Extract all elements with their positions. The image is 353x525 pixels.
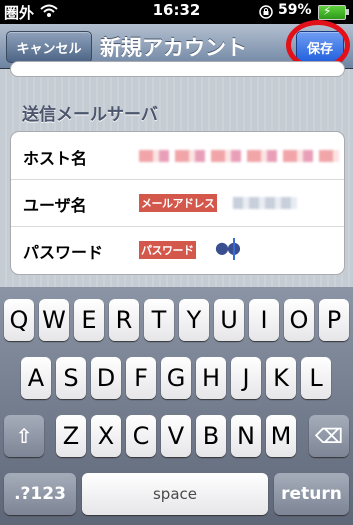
key-u[interactable]: U — [214, 299, 244, 341]
username-value-redacted[interactable] — [233, 197, 297, 209]
key-w[interactable]: W — [39, 299, 69, 341]
key-e[interactable]: E — [74, 299, 104, 341]
delete-key[interactable]: ⌫ — [309, 415, 349, 457]
key-y[interactable]: Y — [179, 299, 209, 341]
key-a[interactable]: A — [21, 357, 51, 399]
key-x[interactable]: X — [91, 415, 121, 457]
username-annotation: メールアドレス — [139, 194, 217, 212]
key-h[interactable]: H — [196, 357, 226, 399]
host-row[interactable]: ホスト名 — [11, 132, 344, 180]
numbers-key[interactable]: .?123 — [4, 473, 76, 515]
key-f[interactable]: F — [126, 357, 156, 399]
key-b[interactable]: B — [196, 415, 226, 457]
key-q[interactable]: Q — [4, 299, 34, 341]
key-k[interactable]: K — [266, 357, 296, 399]
key-t[interactable]: T — [144, 299, 174, 341]
battery-percent: 59% — [278, 2, 312, 18]
password-annotation: パスワード — [139, 241, 196, 259]
key-d[interactable]: D — [91, 357, 121, 399]
key-r[interactable]: R — [109, 299, 139, 341]
text-cursor — [233, 238, 235, 260]
battery-icon: ⚡ — [318, 4, 349, 20]
keyboard: Q W E R T Y U I O P A S D F G H J K L ⇧ … — [0, 287, 353, 525]
key-j[interactable]: J — [231, 357, 261, 399]
page-title: 新規アカウント — [100, 36, 247, 60]
return-key[interactable]: return — [274, 473, 349, 515]
key-c[interactable]: C — [126, 415, 156, 457]
cancel-button[interactable]: キャンセル — [6, 31, 92, 63]
username-label: ユーザ名 — [23, 196, 87, 215]
key-n[interactable]: N — [231, 415, 261, 457]
key-z[interactable]: Z — [56, 415, 86, 457]
status-bar: 圏外 16:32 59% ⚡ — [0, 0, 353, 24]
username-row[interactable]: ユーザ名 メールアドレス — [11, 179, 344, 227]
password-label: パスワード — [23, 243, 104, 262]
shift-key[interactable]: ⇧ — [4, 415, 44, 457]
password-row[interactable]: パスワード パスワード ●● — [11, 226, 344, 273]
key-i[interactable]: I — [249, 299, 279, 341]
host-value-redacted[interactable] — [139, 150, 339, 162]
previous-group-edge — [10, 61, 345, 77]
key-p[interactable]: P — [319, 299, 349, 341]
key-l[interactable]: L — [301, 357, 331, 399]
host-label: ホスト名 — [23, 149, 88, 168]
key-g[interactable]: G — [161, 357, 191, 399]
key-o[interactable]: O — [284, 299, 314, 341]
settings-content: 送信メールサーバ ホスト名 ユーザ名 メールアドレス パスワード パスワード ●… — [0, 61, 353, 287]
key-v[interactable]: V — [161, 415, 191, 457]
section-header: 送信メールサーバ — [22, 105, 158, 125]
charging-icon: ⚡ — [323, 4, 332, 18]
space-key[interactable]: space — [82, 473, 268, 515]
rotation-lock-icon — [258, 4, 274, 24]
key-m[interactable]: M — [266, 415, 296, 457]
password-masked-value[interactable]: ●● — [215, 238, 241, 257]
key-s[interactable]: S — [56, 357, 86, 399]
outgoing-server-group: ホスト名 ユーザ名 メールアドレス パスワード パスワード ●● — [10, 131, 345, 275]
